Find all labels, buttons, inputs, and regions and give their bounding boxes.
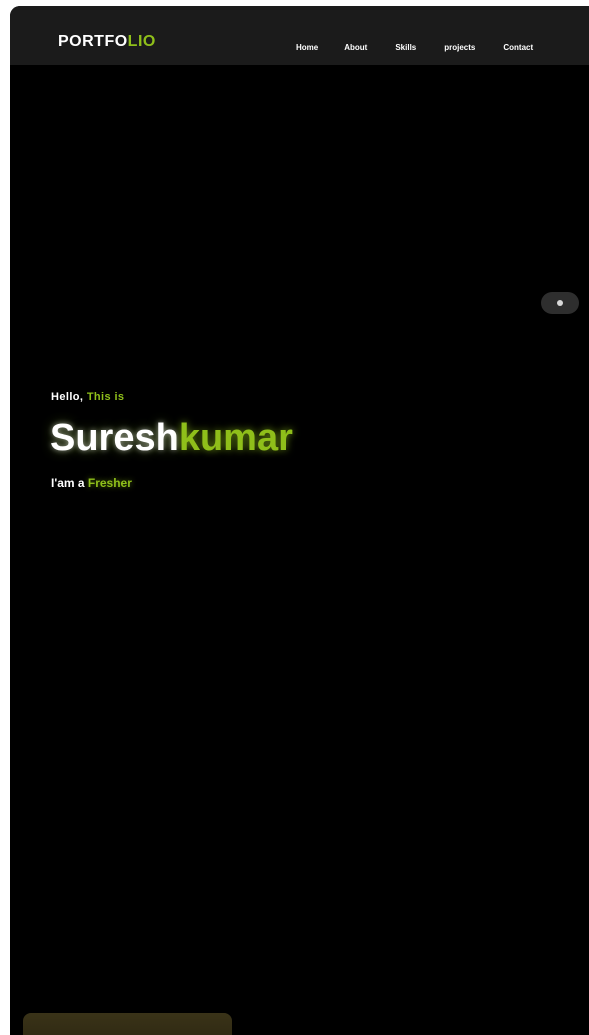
nav-link-about[interactable]: About xyxy=(344,43,367,53)
hero-greeting: Hello, This is xyxy=(51,390,124,404)
hero-name-accent: kumar xyxy=(178,417,293,459)
hero-greeting-accent: This is xyxy=(86,391,125,403)
logo-accent: LIO xyxy=(127,33,156,50)
hero-name-main: Suresh xyxy=(50,417,179,459)
logo-main: PORTFO xyxy=(58,33,128,50)
nav-links: Home About Skills projects Contact xyxy=(296,43,533,53)
hero-role-main: I'am a xyxy=(51,476,88,490)
hero-name: Sureshkumar xyxy=(50,416,293,460)
nav-link-home[interactable]: Home xyxy=(296,43,318,53)
nav-link-skills[interactable]: Skills xyxy=(395,43,416,53)
navbar: PORTFOLIO Home About Skills projects Con… xyxy=(10,6,589,65)
hero-role: I'am a Fresher xyxy=(51,476,132,490)
hero-role-accent: Fresher xyxy=(87,476,132,490)
nav-link-contact[interactable]: Contact xyxy=(503,43,533,53)
hero-greeting-main: Hello, xyxy=(51,391,87,403)
logo[interactable]: PORTFOLIO xyxy=(58,32,156,52)
theme-toggle-icon xyxy=(557,300,563,306)
theme-toggle-button[interactable] xyxy=(541,292,579,314)
about-image xyxy=(23,1013,232,1035)
page-frame: PORTFOLIO Home About Skills projects Con… xyxy=(10,6,589,1035)
nav-link-projects[interactable]: projects xyxy=(444,43,475,53)
